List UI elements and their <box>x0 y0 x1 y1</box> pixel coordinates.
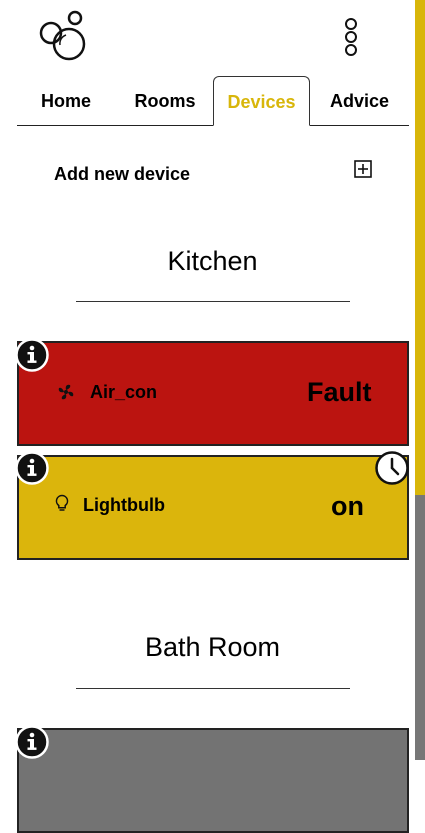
device-name: Air_con <box>90 382 158 402</box>
tab-rooms[interactable]: Rooms <box>117 76 213 126</box>
tab-devices[interactable]: Devices <box>213 76 310 126</box>
room-divider <box>76 688 350 689</box>
room-divider <box>76 301 350 302</box>
lightbulb-icon <box>55 494 69 511</box>
menu-dots-icon[interactable] <box>338 16 364 60</box>
device-name: Lightbulb <box>83 495 165 515</box>
nav-tabs: Home Rooms Devices Advice <box>17 76 409 126</box>
device-status: Fault <box>307 377 372 407</box>
device-card-lightbulb[interactable]: Lightbulb on <box>17 455 409 560</box>
room-title-kitchen: Kitchen <box>167 246 258 276</box>
fan-icon <box>58 384 74 400</box>
tab-advice[interactable]: Advice <box>310 76 409 126</box>
bubbles-logo-icon <box>39 10 86 61</box>
scrollbar-thumb[interactable] <box>415 495 425 760</box>
add-device-link[interactable]: Add new device <box>54 164 190 185</box>
clock-icon[interactable] <box>375 451 409 485</box>
add-device-row: Add new device <box>54 160 374 190</box>
device-card-air-con[interactable]: Air_con Fault <box>17 341 409 446</box>
info-icon[interactable] <box>15 725 49 759</box>
device-card[interactable] <box>17 728 409 833</box>
tab-home[interactable]: Home <box>17 76 115 126</box>
room-title-bath-room: Bath Room <box>144 632 281 662</box>
info-icon[interactable] <box>15 451 49 485</box>
info-icon[interactable] <box>15 338 49 372</box>
device-status: on <box>331 491 364 521</box>
plus-square-icon[interactable] <box>354 160 372 178</box>
